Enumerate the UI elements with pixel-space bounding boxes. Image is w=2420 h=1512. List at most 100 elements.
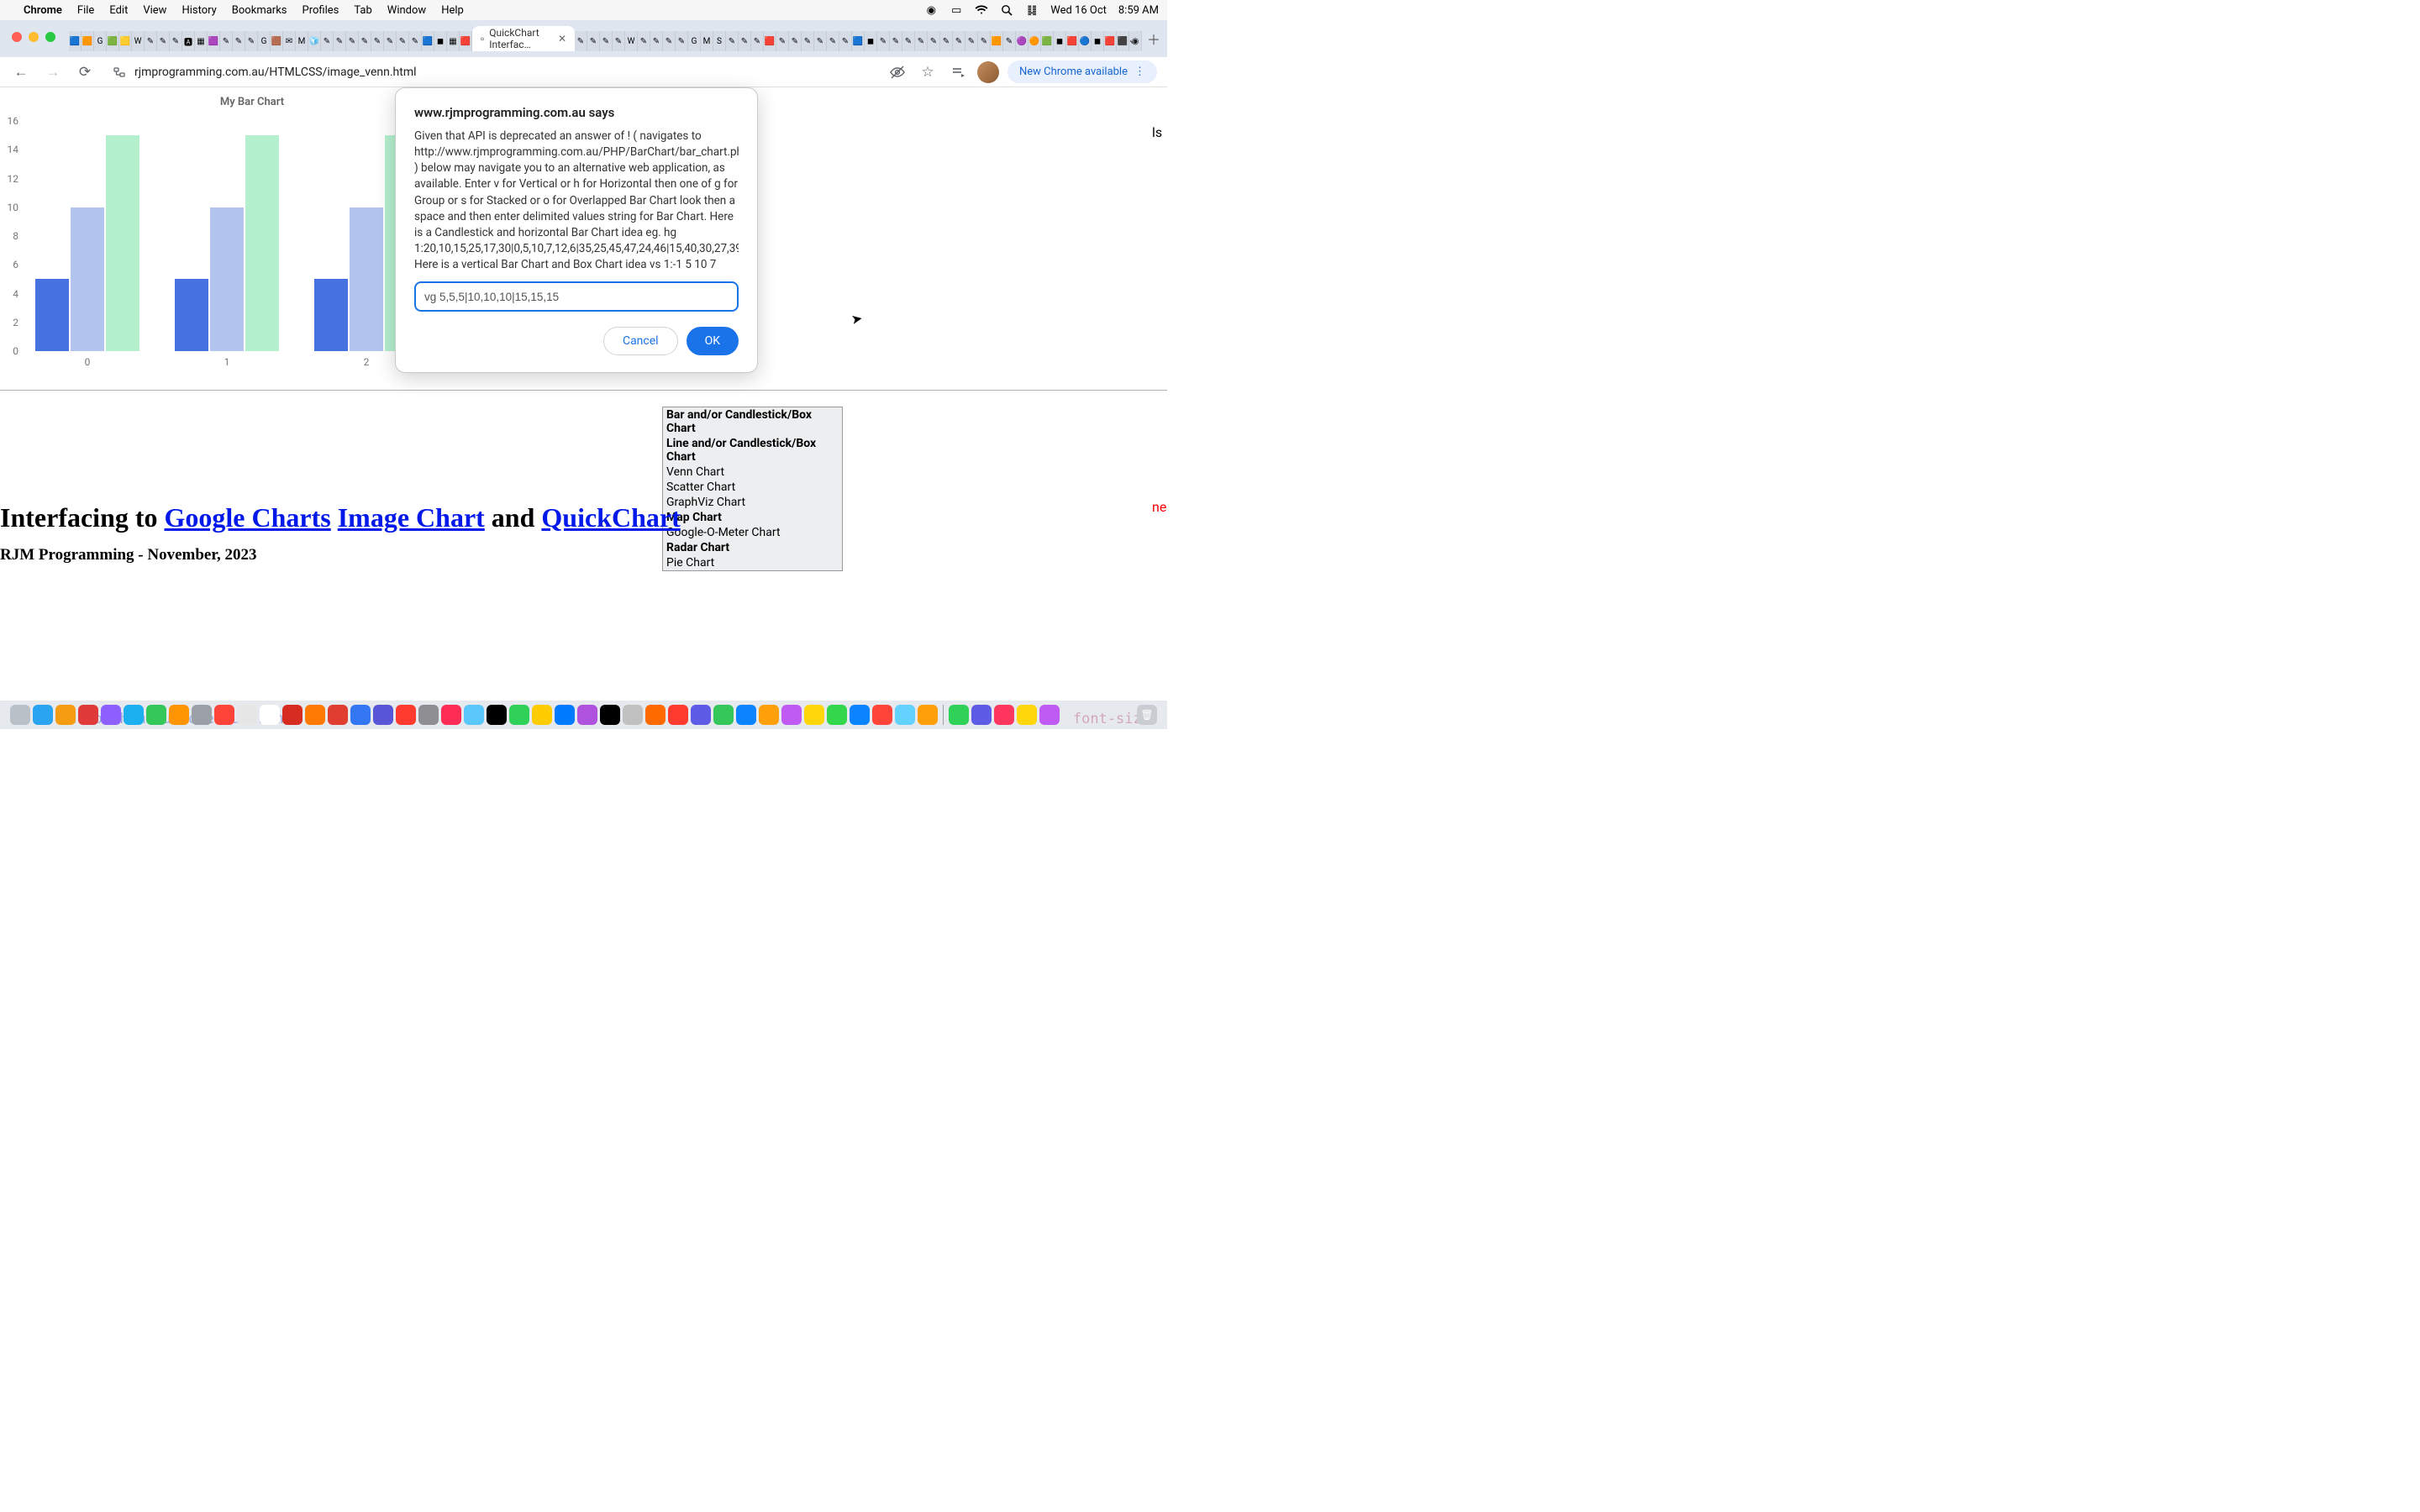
background-tab[interactable]: ✎	[384, 31, 397, 51]
menu-profiles[interactable]: Profiles	[302, 4, 339, 17]
background-tab[interactable]: ✎	[902, 31, 915, 51]
dock-app[interactable]	[124, 705, 144, 725]
background-tab[interactable]: ◼	[1092, 31, 1104, 51]
background-tab[interactable]: ✎	[575, 31, 587, 51]
close-window-button[interactable]	[12, 32, 22, 42]
background-tab[interactable]: ◼	[865, 31, 877, 51]
background-tab[interactable]: ✎	[157, 31, 170, 51]
background-tab[interactable]: ✎	[663, 31, 676, 51]
background-tab[interactable]: ✎	[346, 31, 359, 51]
dock-app[interactable]	[713, 705, 734, 725]
background-tab[interactable]: 🟦	[422, 31, 434, 51]
dock-app[interactable]	[305, 705, 325, 725]
background-tab[interactable]: 🟥	[764, 31, 776, 51]
dock-app[interactable]	[487, 705, 507, 725]
incognito-eye-icon[interactable]	[886, 61, 908, 83]
background-tab[interactable]: ✎	[726, 31, 739, 51]
background-tab[interactable]: 🧊	[308, 31, 321, 51]
background-tab[interactable]: ✎	[915, 31, 928, 51]
background-tab[interactable]: ✎	[1003, 31, 1016, 51]
dock-app[interactable]	[895, 705, 915, 725]
menu-window[interactable]: Window	[387, 4, 426, 17]
dock-app[interactable]	[577, 705, 597, 725]
dock-app[interactable]	[78, 705, 98, 725]
background-tab[interactable]: ✎	[397, 31, 409, 51]
minimize-window-button[interactable]	[29, 32, 39, 42]
background-tab[interactable]: G	[258, 31, 271, 51]
dock-app[interactable]	[949, 705, 969, 725]
background-tab[interactable]: ✎	[877, 31, 890, 51]
background-tab[interactable]: ✎	[600, 31, 613, 51]
dock-app[interactable]	[918, 705, 938, 725]
background-tab[interactable]: 🔵	[1079, 31, 1092, 51]
background-tab[interactable]: ✎	[751, 31, 764, 51]
menu-edit[interactable]: Edit	[109, 4, 128, 17]
select-option[interactable]: Radar Chart	[663, 540, 842, 555]
background-tab[interactable]: ✎	[676, 31, 688, 51]
background-tab[interactable]: M	[701, 31, 713, 51]
dock-app[interactable]	[532, 705, 552, 725]
dock-app[interactable]	[260, 705, 280, 725]
background-tab[interactable]: ✎	[233, 31, 245, 51]
dock-app[interactable]	[872, 705, 892, 725]
background-tab[interactable]: ✎	[371, 31, 384, 51]
dock-app[interactable]	[691, 705, 711, 725]
profile-avatar[interactable]	[977, 61, 999, 83]
dock-app[interactable]	[282, 705, 302, 725]
dock-app[interactable]	[668, 705, 688, 725]
background-tab[interactable]: ✎	[587, 31, 600, 51]
dock-app[interactable]	[781, 705, 802, 725]
dock-app[interactable]	[33, 705, 53, 725]
spotlight-icon[interactable]	[1000, 3, 1013, 17]
background-tab[interactable]: ✎	[220, 31, 233, 51]
background-tab[interactable]: ✎	[978, 31, 991, 51]
background-tab[interactable]: 🟦	[852, 31, 865, 51]
background-tab[interactable]: ✉	[283, 31, 296, 51]
dock-app[interactable]	[1039, 705, 1060, 725]
background-tab[interactable]: ✎	[789, 31, 802, 51]
control-center-icon[interactable]: ䷆	[1025, 3, 1039, 17]
dock-app[interactable]	[169, 705, 189, 725]
dock-app[interactable]	[328, 705, 348, 725]
dock-app[interactable]	[101, 705, 121, 725]
background-tab[interactable]: 🟥	[460, 31, 472, 51]
background-tab[interactable]: 🟠	[1028, 31, 1041, 51]
select-option[interactable]: GraphViz Chart	[663, 495, 842, 510]
background-tab[interactable]: 🟣	[1016, 31, 1028, 51]
close-tab-icon[interactable]: ✕	[558, 33, 566, 45]
select-option[interactable]: Bar and/or Candlestick/Box Chart	[663, 407, 842, 436]
dialog-cancel-button[interactable]: Cancel	[603, 327, 678, 355]
background-tab[interactable]: ✎	[170, 31, 182, 51]
bookmark-star-icon[interactable]: ☆	[917, 61, 939, 83]
background-tab[interactable]: ▦	[447, 31, 460, 51]
new-tab-button[interactable]: ＋	[1144, 30, 1164, 47]
chart-type-select[interactable]: Bar and/or Candlestick/Box ChartLine and…	[662, 407, 843, 571]
background-tab[interactable]: ✎	[613, 31, 625, 51]
background-tab[interactable]: 🟨	[119, 31, 132, 51]
link-image-chart[interactable]: Image Chart	[338, 502, 485, 533]
background-tab[interactable]: ✎	[827, 31, 839, 51]
menu-bookmarks[interactable]: Bookmarks	[232, 4, 287, 17]
dock-app[interactable]	[418, 705, 439, 725]
menu-history[interactable]: History	[182, 4, 216, 17]
background-tab[interactable]: ✎	[890, 31, 902, 51]
app-name[interactable]: Chrome	[24, 4, 62, 17]
select-option[interactable]: Google-O-Meter Chart	[663, 525, 842, 540]
menubar-time[interactable]: 8:59 AM	[1118, 4, 1159, 17]
back-button[interactable]: ←	[10, 61, 32, 83]
link-quickchart[interactable]: QuickChart	[541, 502, 680, 533]
menu-view[interactable]: View	[143, 4, 166, 17]
reload-button[interactable]: ⟳	[74, 61, 96, 83]
dock-app[interactable]	[804, 705, 824, 725]
background-tab[interactable]: ✎	[776, 31, 789, 51]
zoom-window-button[interactable]	[45, 32, 55, 42]
dock-app[interactable]	[55, 705, 76, 725]
dock-app[interactable]	[600, 705, 620, 725]
dock-app[interactable]	[214, 705, 234, 725]
tab-overflow-button[interactable]: ⌄	[1123, 30, 1142, 47]
dialog-ok-button[interactable]: OK	[687, 327, 739, 355]
background-tab[interactable]: ✎	[802, 31, 814, 51]
dock-app[interactable]	[759, 705, 779, 725]
background-tab[interactable]: G	[94, 31, 107, 51]
background-tab[interactable]: 🟥	[1066, 31, 1079, 51]
